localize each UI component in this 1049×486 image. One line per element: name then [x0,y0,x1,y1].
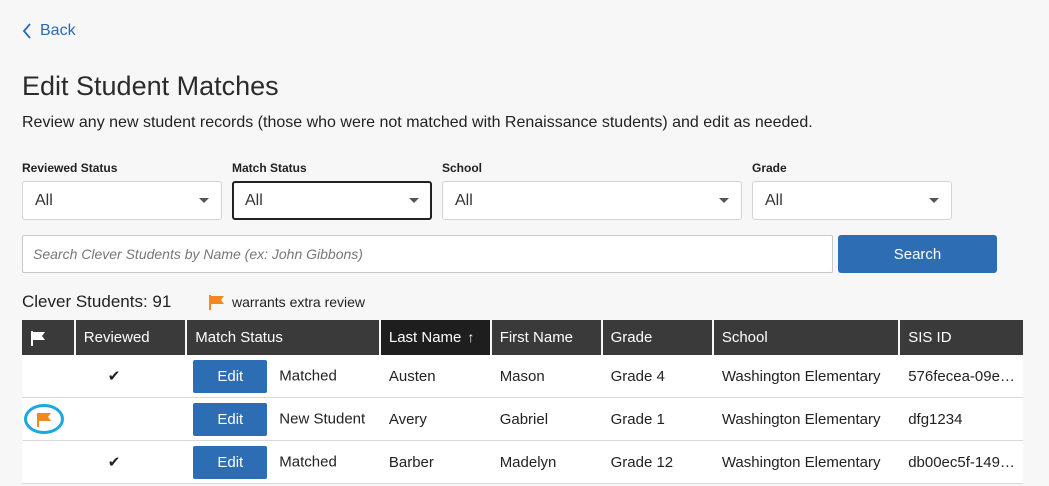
table-row: ✔ Edit Matched Austen Mason Grade 4 Washi… [22,355,1023,398]
sis-id-cell: db00ec5f-149… [900,441,1023,484]
last-name-cell: Barber [380,441,492,484]
grade-cell: Grade 4 [602,355,714,398]
edit-button[interactable]: Edit [193,445,268,479]
table-row: Edit New Student Avery Gabriel Grade 1 Wa… [22,398,1023,441]
column-header-first-name[interactable]: First Name [491,320,603,355]
select-value: All [245,191,263,209]
caret-down-icon [719,198,729,203]
back-link[interactable]: Back [22,22,76,40]
flag-icon[interactable] [36,412,52,427]
first-name-cell: Gabriel [491,398,603,441]
match-status-cell: Edit Matched [187,355,381,398]
grade-cell: Grade 12 [602,441,714,484]
reviewed-cell [75,398,188,441]
table-header-row: Reviewed Match Status Last Name ↑ First N… [22,320,1023,355]
match-status-select[interactable]: All [232,181,432,220]
flag-cell [22,398,76,441]
school-cell: Washington Elementary [713,398,901,441]
column-header-grade[interactable]: Grade [602,320,714,355]
filter-label: Reviewed Status [22,161,118,175]
page-subtitle: Review any new student records (those wh… [22,114,813,131]
match-status-filter: Match Status All [232,161,432,220]
column-header-school[interactable]: School [713,320,901,355]
reviewed-cell: ✔ [75,355,188,398]
chevron-left-icon [22,23,31,39]
flag-cell [22,441,76,484]
flag-icon [209,295,224,310]
filter-label: Grade [752,161,787,175]
column-header-last-name[interactable]: Last Name ↑ [380,320,492,355]
page-title: Edit Student Matches [22,71,279,101]
first-name-cell: Mason [491,355,603,398]
highlight-circle [24,404,64,434]
match-status-cell: Edit Matched [187,441,381,484]
match-status-text: Matched [279,452,337,470]
match-status-cell: Edit New Student [187,398,381,441]
grade-cell: Grade 1 [602,398,714,441]
flag-icon [31,330,45,346]
column-header-match-status[interactable]: Match Status [187,320,381,355]
last-name-cell: Austen [380,355,492,398]
sis-id-cell: dfg1234 [900,398,1023,441]
school-select[interactable]: All [442,181,742,220]
school-cell: Washington Elementary [713,441,901,484]
legend-label: warrants extra review [232,294,366,310]
grade-select[interactable]: All [752,181,952,220]
match-status-text: New Student [279,409,366,427]
select-value: All [455,191,473,209]
reviewed-status-filter: Reviewed Status All [22,161,222,220]
grade-filter: Grade All [752,161,952,220]
checkmark-icon: ✔ [107,454,121,471]
students-table: Reviewed Match Status Last Name ↑ First N… [22,320,1023,484]
school-cell: Washington Elementary [713,355,901,398]
reviewed-status-select[interactable]: All [22,181,222,220]
table-row: ✔ Edit Matched Barber Madelyn Grade 12 Wa… [22,441,1023,484]
caret-down-icon [409,198,419,203]
caret-down-icon [929,198,939,203]
select-value: All [35,191,53,209]
checkmark-icon: ✔ [107,368,121,385]
sis-id-cell: 576fecea-09e… [900,355,1023,398]
student-count: Clever Students: 91 [22,292,172,311]
flag-legend: warrants extra review [208,294,365,310]
first-name-cell: Madelyn [491,441,603,484]
column-header-sis-id[interactable]: SIS ID [900,320,1023,355]
search-button[interactable]: Search [838,235,997,273]
match-status-text: Matched [279,366,337,384]
filter-label: Match Status [232,161,307,175]
last-name-cell: Avery [380,398,492,441]
sort-ascending-icon: ↑ [467,329,475,345]
back-label: Back [40,22,76,39]
edit-button[interactable]: Edit [193,402,268,436]
column-header-reviewed[interactable]: Reviewed [75,320,188,355]
caret-down-icon [199,198,209,203]
edit-button[interactable]: Edit [193,359,268,393]
column-header-flag[interactable] [22,320,76,355]
flag-cell [22,355,76,398]
search-input[interactable] [22,235,833,273]
school-filter: School All [442,161,742,220]
column-header-label: Last Name [388,329,462,346]
filter-label: School [442,161,483,175]
reviewed-cell: ✔ [75,441,188,484]
select-value: All [765,191,783,209]
